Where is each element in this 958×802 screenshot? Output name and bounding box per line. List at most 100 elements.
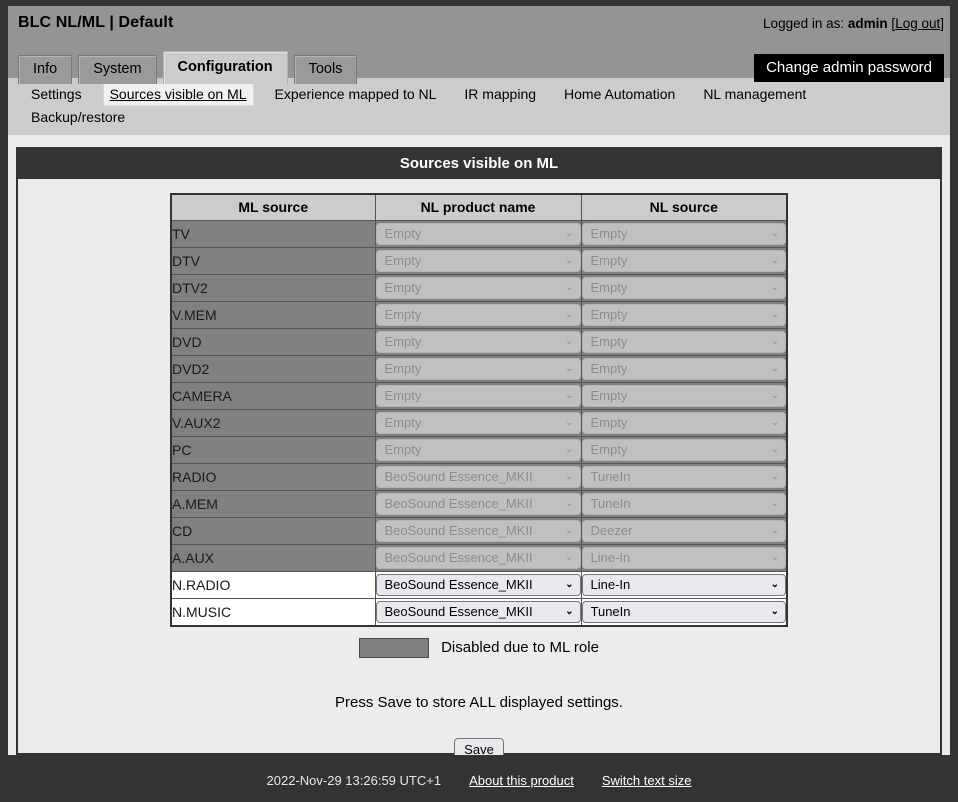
nl-source-cell: Empty ⌄ [580, 301, 788, 329]
nl-product-cell: Empty ⌄ [374, 301, 582, 329]
table-row: CD BeoSound Essence_MKII ⌄ Deezer ⌄ [170, 517, 788, 545]
nl-product-select: BeoSound Essence_MKII ⌄ [375, 466, 581, 488]
nl-source-cell: Empty ⌄ [580, 247, 788, 275]
nl-product-select: Empty ⌄ [375, 439, 581, 461]
chevron-down-icon: ⌄ [565, 525, 574, 536]
chevron-down-icon: ⌄ [770, 309, 779, 320]
nl-source-cell: TuneIn ⌄ [580, 490, 788, 518]
chevron-down-icon: ⌄ [565, 417, 574, 428]
select-value: Empty [590, 388, 628, 403]
select-value: Empty [590, 415, 628, 430]
nl-source-cell: Deezer ⌄ [580, 517, 788, 545]
tab-info[interactable]: Info [18, 55, 73, 84]
about-this-product-link[interactable]: About this product [469, 773, 574, 788]
save-note: Press Save to store ALL displayed settin… [335, 693, 623, 711]
sub-navigation: Settings Sources visible on ML Experienc… [0, 78, 958, 135]
select-value: Empty [590, 226, 628, 241]
nl-product-select: Empty ⌄ [375, 358, 581, 380]
page-footer: 2022-Nov-29 13:26:59 UTC+1 About this pr… [0, 758, 958, 802]
nl-product-cell: BeoSound Essence_MKII ⌄ [374, 571, 582, 599]
nl-source-select: Empty ⌄ [581, 385, 786, 407]
footer-timestamp: 2022-Nov-29 13:26:59 UTC+1 [266, 772, 442, 788]
main-tab-bar: Info System Configuration Tools Change a… [8, 40, 950, 84]
select-value: Deezer [590, 523, 633, 538]
subnav-item-settings[interactable]: Settings [24, 83, 89, 106]
nl-product-select[interactable]: BeoSound Essence_MKII ⌄ [375, 600, 581, 623]
select-value: TuneIn [590, 469, 631, 484]
nl-source-cell: TuneIn ⌄ [580, 463, 788, 491]
nl-source-cell: Empty ⌄ [580, 220, 788, 248]
save-button[interactable]: Save [454, 737, 504, 755]
chevron-down-icon: ⌄ [770, 552, 779, 563]
chevron-down-icon: ⌄ [565, 228, 574, 239]
nl-source-select[interactable]: Line-In ⌄ [581, 574, 786, 596]
page-root: BLC NL/ML | Default Logged in as: admin … [0, 0, 958, 802]
ml-source-cell: V.AUX2 [170, 409, 376, 437]
column-header-nl-source: NL source [580, 193, 788, 221]
nl-source-select: Empty ⌄ [581, 439, 786, 461]
top-header: BLC NL/ML | Default Logged in as: admin … [0, 0, 958, 84]
panel-title: Sources visible on ML [18, 149, 940, 179]
nl-source-cell: Empty ⌄ [580, 274, 788, 302]
ml-source-cell: PC [170, 436, 376, 464]
table-row: N.RADIO BeoSound Essence_MKII ⌄ Line-In ⌄ [170, 571, 788, 599]
select-value: Empty [590, 307, 628, 322]
table-row: RADIO BeoSound Essence_MKII ⌄ TuneIn ⌄ [170, 463, 788, 491]
select-value: Empty [384, 442, 422, 457]
table-header-row: ML source NL product name NL source [170, 193, 788, 221]
nl-product-cell: Empty ⌄ [374, 220, 582, 248]
table-head: ML source NL product name NL source [170, 193, 788, 221]
select-value: Empty [384, 415, 422, 430]
content-area: Sources visible on ML ML source NL produ… [0, 135, 958, 758]
nl-product-cell: BeoSound Essence_MKII ⌄ [374, 544, 582, 572]
nl-product-select[interactable]: BeoSound Essence_MKII ⌄ [375, 574, 581, 596]
chevron-down-icon: ⌄ [770, 444, 779, 455]
select-value: Line-In [590, 577, 631, 592]
nl-source-cell: Empty ⌄ [580, 355, 788, 383]
nl-product-cell: Empty ⌄ [374, 409, 582, 437]
subnav-item-home-automation[interactable]: Home Automation [557, 83, 682, 106]
panel-body: ML source NL product name NL source TV Em… [18, 179, 940, 755]
legend-swatch-disabled [359, 637, 430, 658]
table-row: TV Empty ⌄ Empty ⌄ [170, 220, 788, 248]
nl-source-select: Empty ⌄ [581, 250, 786, 272]
legend: Disabled due to ML role [18, 637, 940, 658]
subnav-item-ir-mapping[interactable]: IR mapping [457, 83, 543, 106]
chevron-down-icon: ⌄ [770, 228, 779, 239]
subnav-item-backup-restore[interactable]: Backup/restore [24, 106, 132, 129]
chevron-down-icon: ⌄ [770, 605, 779, 617]
subnav-item-experience-mapped-to-nl[interactable]: Experience mapped to NL [268, 83, 444, 106]
nl-source-select: Line-In ⌄ [581, 547, 786, 569]
nl-source-select[interactable]: TuneIn ⌄ [581, 600, 786, 623]
sources-table: ML source NL product name NL source TV Em… [170, 193, 788, 627]
username-label: admin [847, 15, 888, 31]
table-row: PC Empty ⌄ Empty ⌄ [170, 436, 788, 464]
select-value: BeoSound Essence_MKII [384, 469, 533, 484]
tab-system[interactable]: System [78, 55, 157, 84]
subnav-item-nl-management[interactable]: NL management [696, 83, 813, 106]
table-body: TV Empty ⌄ Empty ⌄ DTV Empty ⌄ Empty ⌄ DTV2 Empty ⌄ E… [170, 220, 788, 626]
logout-link[interactable]: Log out [895, 16, 940, 31]
nl-product-select: BeoSound Essence_MKII ⌄ [375, 547, 581, 569]
nl-product-select: Empty ⌄ [375, 331, 581, 353]
nl-source-select: Empty ⌄ [581, 223, 786, 245]
nl-source-select: Empty ⌄ [581, 358, 786, 380]
ml-source-cell: A.AUX [170, 544, 376, 572]
tab-tools[interactable]: Tools [293, 55, 358, 84]
subnav-item-sources-visible-on-ml[interactable]: Sources visible on ML [102, 83, 254, 106]
ml-source-cell: N.RADIO [170, 571, 376, 599]
chevron-down-icon: ⌄ [565, 552, 574, 563]
table-row: DVD Empty ⌄ Empty ⌄ [170, 328, 788, 356]
table-row: A.AUX BeoSound Essence_MKII ⌄ Line-In ⌄ [170, 544, 788, 572]
select-value: Empty [384, 307, 422, 322]
chevron-down-icon: ⌄ [770, 579, 779, 590]
tab-configuration[interactable]: Configuration [162, 51, 288, 84]
nl-product-cell: BeoSound Essence_MKII ⌄ [374, 463, 582, 491]
table-row: A.MEM BeoSound Essence_MKII ⌄ TuneIn ⌄ [170, 490, 788, 518]
switch-text-size-link[interactable]: Switch text size [602, 773, 692, 788]
nl-source-cell: Empty ⌄ [580, 436, 788, 464]
ml-source-cell: N.MUSIC [170, 598, 376, 626]
chevron-down-icon: ⌄ [565, 605, 574, 617]
change-admin-password-button[interactable]: Change admin password [754, 54, 944, 82]
chevron-down-icon: ⌄ [565, 309, 574, 320]
